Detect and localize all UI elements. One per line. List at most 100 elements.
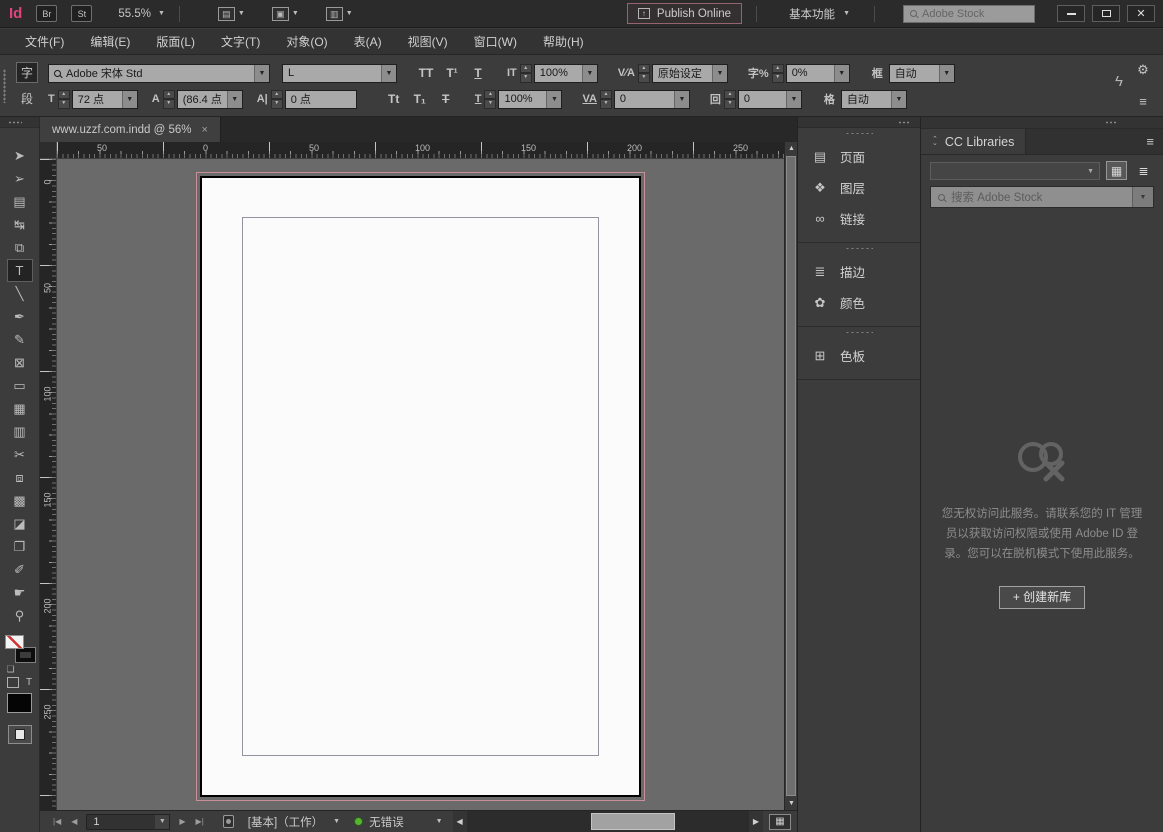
adobe-stock-search-input[interactable]: Adobe Stock (903, 5, 1035, 23)
horizontal-grid-tool[interactable]: ▦ (7, 397, 33, 420)
pasteboard[interactable] (57, 159, 784, 810)
gap-tool[interactable]: ↹ (7, 213, 33, 236)
swatches-panel[interactable]: ⊞色板 (798, 340, 920, 371)
links-panel[interactable]: ∞链接 (798, 203, 920, 234)
menu-item[interactable]: 对象(O) (273, 33, 340, 50)
superscript-button[interactable]: T¹ (439, 63, 465, 83)
gradient-swatch-tool[interactable]: ▩ (7, 489, 33, 512)
vertical-ruler[interactable]: 050100150200250 (40, 159, 57, 810)
chevron-down-icon[interactable]: ▼ (891, 91, 906, 108)
stock-button[interactable]: St (71, 5, 92, 22)
menu-item[interactable]: 帮助(H) (530, 33, 597, 50)
dock-collapse-grip[interactable] (798, 117, 920, 128)
chevron-down-icon[interactable]: ▼ (939, 65, 954, 82)
vertical-scrollbar[interactable]: ▲ ▼ (784, 142, 797, 810)
tracking-combo[interactable]: 0 ▼ (614, 90, 690, 109)
page-number-combo[interactable]: 1 ▼ (86, 814, 170, 830)
strikethrough-button[interactable]: T (433, 89, 459, 109)
paragraph-formatting-button[interactable]: 段 (16, 88, 38, 109)
scroll-left-arrow[interactable]: ◀ (453, 811, 467, 832)
first-page-button[interactable]: |◀ (48, 817, 66, 826)
gradient-feather-tool[interactable]: ◪ (7, 512, 33, 535)
apply-color-swatch[interactable] (7, 693, 32, 713)
stroke-swatch[interactable] (16, 648, 35, 662)
menu-item[interactable]: 视图(V) (395, 33, 461, 50)
hand-tool[interactable]: ☛ (7, 581, 33, 604)
previous-page-button[interactable]: ◀ (66, 817, 82, 826)
color-panel[interactable]: ✿颜色 (798, 287, 920, 318)
small-caps-button[interactable]: Tt (381, 89, 407, 109)
scissors-tool[interactable]: ✂ (7, 443, 33, 466)
chevron-down-icon[interactable]: ▼ (834, 65, 849, 82)
document-tab[interactable]: www.uzzf.com.indd @ 56% × (40, 117, 221, 142)
menu-item[interactable]: 文件(F) (12, 33, 77, 50)
layers-panel[interactable]: ❖图层 (798, 172, 920, 203)
character-formatting-button[interactable]: 字 (16, 62, 38, 83)
pen-tool[interactable]: ✒ (7, 305, 33, 328)
chevron-down-icon[interactable]: ▼ (1132, 187, 1153, 207)
next-page-button[interactable]: ▶ (174, 817, 190, 826)
note-tool[interactable]: ❐ (7, 535, 33, 558)
list-view-button[interactable]: ≣ (1133, 161, 1154, 180)
chevron-down-icon[interactable]: ▼ (381, 65, 396, 82)
grid-view-button[interactable]: ▦ (1106, 161, 1127, 180)
panel-collapse-icon[interactable]: ⌃⌄ (932, 138, 938, 146)
font-family-combo[interactable]: Adobe 宋体 Std ▼ (48, 64, 270, 83)
chevron-down-icon[interactable]: ▼ (155, 815, 169, 829)
vertical-grid-tool[interactable]: ▥ (7, 420, 33, 443)
leading-combo[interactable]: (86.4 点 ▼ (177, 90, 243, 109)
chevron-down-icon[interactable]: ▼ (582, 65, 597, 82)
menu-item[interactable]: 表(A) (341, 33, 395, 50)
baseline-shift-stepper[interactable]: ▲▼ (271, 90, 283, 109)
baseline-shift-field[interactable]: 0 点 (285, 90, 357, 109)
underline-button[interactable]: T (465, 63, 491, 83)
bridge-button[interactable]: Br (36, 5, 57, 22)
screen-mode-button[interactable] (8, 725, 32, 744)
close-tab-icon[interactable]: × (202, 124, 208, 136)
fill-swatch-none[interactable] (5, 635, 24, 649)
formatting-affects-text-icon[interactable]: T (26, 677, 32, 688)
kerning-combo[interactable]: 原始设定 ▼ (652, 64, 728, 83)
preflight-profile-dropdown[interactable]: [基本]（工作） ▼ (240, 814, 348, 830)
leading-stepper[interactable]: ▲▼ (163, 90, 175, 109)
menu-item[interactable]: 编辑(E) (77, 33, 143, 50)
subscript-button[interactable]: T₁ (407, 89, 433, 109)
zoom-level-dropdown[interactable]: 55.5% ▼ (118, 8, 165, 20)
library-select-dropdown[interactable] (930, 162, 1100, 180)
pencil-tool[interactable]: ✎ (7, 328, 33, 351)
grid-count-combo-2[interactable]: 自动 ▼ (841, 90, 907, 109)
panel-menu-icon[interactable]: ≡ (1139, 94, 1147, 109)
chevron-down-icon[interactable]: ▼ (712, 65, 727, 82)
grid-count-combo[interactable]: 自动 ▼ (889, 64, 955, 83)
vertical-scroll-thumb[interactable] (786, 156, 796, 796)
arrange-documents-menu[interactable]: ▥ ▼ (326, 7, 353, 21)
zoom-tool[interactable]: ⚲ (7, 604, 33, 627)
preflight-status[interactable]: 无错误 ▼ (354, 814, 442, 830)
maximize-button[interactable] (1092, 5, 1120, 22)
proportional-spacing-stepper[interactable]: ▲▼ (772, 64, 784, 83)
vertical-scale-combo[interactable]: 100% ▼ (534, 64, 598, 83)
minimize-button[interactable] (1057, 5, 1085, 22)
free-transform-tool[interactable]: ⧈ (7, 466, 33, 489)
font-size-stepper[interactable]: ▲▼ (58, 90, 70, 109)
panel-menu-icon[interactable]: ≡ (1146, 134, 1163, 149)
horizontal-scale-combo[interactable]: 100% ▼ (498, 90, 562, 109)
horizontal-scroll-track[interactable] (467, 811, 749, 832)
rectangle-tool[interactable]: ▭ (7, 374, 33, 397)
screen-mode-menu[interactable]: ▣ ▼ (272, 7, 299, 21)
frame-tool[interactable]: ⊠ (7, 351, 33, 374)
ruler-origin-corner[interactable] (40, 142, 57, 159)
gear-icon[interactable]: ⚙ (1137, 62, 1149, 78)
stroke-panel[interactable]: ≣描边 (798, 256, 920, 287)
vertical-scale-stepper[interactable]: ▲▼ (520, 64, 532, 83)
preflight-icon[interactable] (223, 815, 234, 828)
document-page[interactable] (200, 176, 641, 797)
type-tool[interactable]: T (7, 259, 33, 282)
line-tool[interactable]: ╲ (7, 282, 33, 305)
chevron-down-icon[interactable]: ▼ (546, 91, 561, 108)
horizontal-scroll-thumb[interactable] (591, 813, 675, 830)
last-page-button[interactable]: ▶| (191, 817, 209, 826)
view-options-menu[interactable]: ▤ ▼ (218, 7, 245, 21)
menu-item[interactable]: 窗口(W) (461, 33, 530, 50)
cc-search-input[interactable]: 搜索 Adobe Stock ▼ (930, 186, 1154, 208)
